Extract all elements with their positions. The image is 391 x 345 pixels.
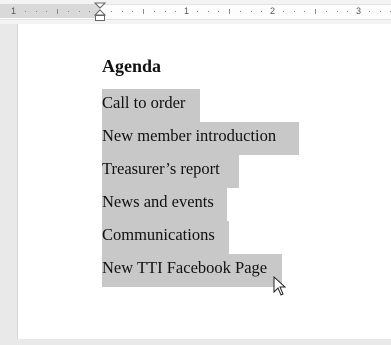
ruler-tick <box>240 11 241 12</box>
agenda-item[interactable]: News and events <box>102 188 227 221</box>
agenda-item[interactable]: New TTI Facebook Page <box>102 254 282 287</box>
ruler-tick <box>294 11 295 12</box>
ruler-tick <box>369 11 370 12</box>
ruler-tick <box>46 11 47 12</box>
ruler-tick <box>347 11 348 12</box>
agenda-item[interactable]: Treasurer’s report <box>102 155 239 188</box>
ruler-tick <box>229 9 230 14</box>
ruler-tick <box>132 11 133 12</box>
ruler-tick <box>380 11 381 12</box>
ruler-tick <box>57 9 58 14</box>
ruler-tick <box>326 11 327 12</box>
agenda-heading: Agenda <box>102 56 162 76</box>
agenda-item[interactable]: Call to order <box>102 89 200 122</box>
ruler-tick <box>165 11 166 12</box>
document-page[interactable]: Agenda Call to order New member introduc… <box>17 24 391 339</box>
ruler-tick <box>175 11 176 12</box>
horizontal-ruler[interactable]: 1 1 2 3 <box>0 0 391 24</box>
ruler-number: 3 <box>356 6 362 16</box>
ruler-tick <box>143 9 144 14</box>
indent-marker-icon[interactable] <box>94 2 106 22</box>
ruler-number: 1 <box>184 6 190 16</box>
ruler-tick <box>36 11 37 12</box>
ruler-tick <box>111 11 112 12</box>
ruler-tick <box>218 11 219 12</box>
mouse-pointer-icon <box>273 276 287 296</box>
agenda-item[interactable]: New member introduction <box>102 122 299 155</box>
ruler-tick <box>122 11 123 12</box>
ruler-number: 2 <box>270 6 276 16</box>
ruler-tick <box>315 9 316 14</box>
ruler-tick <box>25 11 26 12</box>
ruler-tick <box>261 11 262 12</box>
ruler-tick <box>283 11 284 12</box>
agenda-item[interactable]: Communications <box>102 221 229 254</box>
ruler-tick <box>89 11 90 12</box>
ruler-tick <box>197 11 198 12</box>
page-bottom-gutter <box>0 339 391 345</box>
ruler-tick <box>337 11 338 12</box>
ruler-tick <box>304 11 305 12</box>
word-document-window: 1 1 2 3 Agenda Call to order New member … <box>0 0 391 345</box>
ruler-number: 1 <box>11 6 17 16</box>
ruler-tick <box>251 11 252 12</box>
ruler-tick <box>68 11 69 12</box>
ruler-tick <box>79 11 80 12</box>
ruler-tick <box>208 11 209 12</box>
ruler-tick <box>154 11 155 12</box>
